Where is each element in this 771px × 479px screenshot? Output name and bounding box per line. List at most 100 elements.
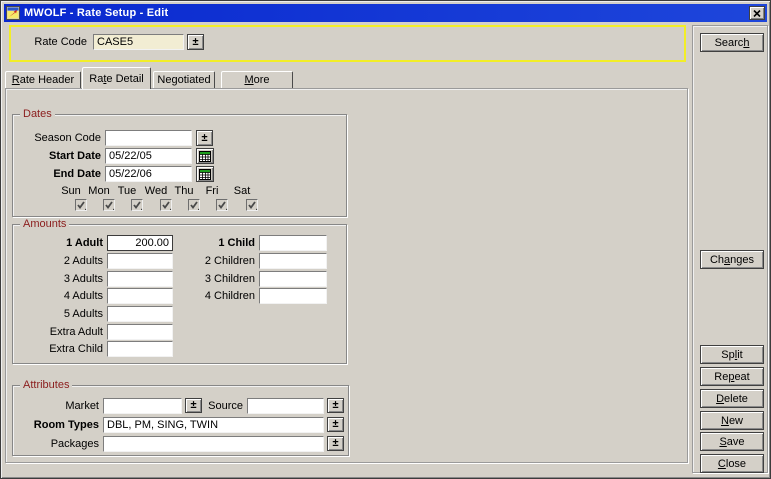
children-2-input[interactable]: [259, 253, 327, 269]
changes-button[interactable]: Changes: [700, 250, 764, 269]
close-window-button[interactable]: [749, 6, 765, 20]
tab-label: More: [244, 74, 269, 86]
day-label: Wed: [142, 185, 170, 198]
button-label: Save: [719, 436, 744, 448]
end-date-calendar-button[interactable]: [196, 166, 214, 182]
action-button-panel: Search Changes Split Repeat Delete New S…: [692, 25, 768, 473]
day-mon: Mon: [85, 185, 113, 211]
season-code-input[interactable]: [105, 130, 192, 146]
day-thu: Thu: [170, 185, 198, 211]
children-4-label: 4 Children: [163, 290, 255, 302]
day-label: Sat: [228, 185, 256, 198]
extra-adult-label: Extra Adult: [13, 326, 103, 338]
rate-code-label: Rate Code: [21, 36, 87, 48]
room-types-input[interactable]: [103, 417, 324, 433]
end-date-input[interactable]: [105, 166, 192, 182]
check-icon: [217, 200, 227, 210]
day-tue: Tue: [113, 185, 141, 211]
source-lov-button[interactable]: ±: [327, 398, 344, 413]
adult-2-label: 2 Adults: [13, 255, 103, 267]
dates-group-label: Dates: [20, 108, 55, 120]
day-label: Thu: [170, 185, 198, 198]
lov-icon: ±: [332, 418, 338, 430]
child-1-label: 1 Child: [163, 237, 255, 249]
check-icon: [132, 200, 142, 210]
packages-lov-button[interactable]: ±: [327, 436, 344, 451]
adult-5-input[interactable]: [107, 306, 173, 322]
close-icon: [753, 10, 761, 17]
dates-group: Dates Season Code ± Start Date End Date: [12, 114, 347, 217]
extra-child-input[interactable]: [107, 341, 173, 357]
day-label: Tue: [113, 185, 141, 198]
day-sun: Sun: [57, 185, 85, 211]
amounts-group: Amounts 1 Adult 2 Adults 3 Adults 4 Adul…: [12, 224, 347, 364]
start-date-input[interactable]: [105, 148, 192, 164]
button-label: Delete: [716, 393, 748, 405]
children-2-label: 2 Children: [163, 255, 255, 267]
attributes-group: Attributes Market ± Source ± Room Types …: [12, 385, 349, 456]
extra-adult-input[interactable]: [107, 324, 173, 340]
lov-icon: ±: [201, 132, 207, 144]
tab-rate-detail[interactable]: Rate Detail: [82, 67, 151, 89]
tab-negotiated[interactable]: Negotiated: [153, 71, 215, 89]
day-fri: Fri: [198, 185, 226, 211]
children-4-input[interactable]: [259, 288, 327, 304]
delete-button[interactable]: Delete: [700, 389, 764, 408]
close-button[interactable]: Close: [700, 454, 764, 473]
packages-label: Packages: [13, 438, 99, 450]
calendar-icon: [199, 169, 211, 180]
room-types-label: Room Types: [13, 419, 99, 431]
adult-1-label: 1 Adult: [13, 237, 103, 249]
lov-icon: ±: [332, 437, 338, 449]
children-3-label: 3 Children: [163, 273, 255, 285]
child-1-input[interactable]: [259, 235, 327, 251]
children-3-input[interactable]: [259, 271, 327, 287]
season-code-lov-button[interactable]: ±: [196, 130, 213, 146]
button-label: Changes: [710, 254, 754, 266]
adult-4-label: 4 Adults: [13, 290, 103, 302]
title-bar[interactable]: MWOLF - Rate Setup - Edit: [4, 4, 767, 22]
day-sat: Sat: [228, 185, 256, 211]
tab-label: Rate Detail: [89, 73, 143, 85]
adult-5-label: 5 Adults: [13, 308, 103, 320]
end-date-label: End Date: [13, 168, 101, 180]
source-input[interactable]: [247, 398, 324, 414]
button-label: Close: [718, 458, 746, 470]
day-fri-checkbox[interactable]: [216, 199, 228, 211]
button-label: Search: [715, 37, 750, 49]
rate-setup-window: MWOLF - Rate Setup - Edit Rate Code ± Ra…: [0, 0, 771, 479]
button-label: New: [721, 415, 743, 427]
day-wed: Wed: [142, 185, 170, 211]
lov-icon: ±: [332, 399, 338, 411]
rate-code-lov-button[interactable]: ±: [187, 34, 204, 50]
day-sat-checkbox[interactable]: [246, 199, 258, 211]
attributes-group-label: Attributes: [20, 379, 72, 391]
app-icon: [6, 6, 20, 20]
window-title: MWOLF - Rate Setup - Edit: [24, 7, 168, 19]
market-input[interactable]: [103, 398, 182, 414]
tab-label: Rate Header: [12, 74, 74, 86]
repeat-button[interactable]: Repeat: [700, 367, 764, 386]
tab-label: Negotiated: [157, 74, 210, 86]
source-label: Source: [173, 400, 243, 412]
start-date-calendar-button[interactable]: [196, 148, 214, 164]
search-button[interactable]: Search: [700, 33, 764, 52]
room-types-lov-button[interactable]: ±: [327, 417, 344, 432]
split-button[interactable]: Split: [700, 345, 764, 364]
new-button[interactable]: New: [700, 411, 764, 430]
button-label: Repeat: [714, 371, 749, 383]
start-date-label: Start Date: [13, 150, 101, 162]
tab-more[interactable]: More: [221, 71, 293, 89]
rate-code-input[interactable]: [93, 34, 184, 50]
button-label: Split: [721, 349, 742, 361]
calendar-icon: [199, 151, 211, 162]
packages-input[interactable]: [103, 436, 324, 452]
save-button[interactable]: Save: [700, 432, 764, 451]
rate-detail-panel: Dates Season Code ± Start Date End Date: [5, 88, 688, 463]
lov-icon: ±: [192, 36, 198, 48]
day-label: Mon: [85, 185, 113, 198]
check-icon: [247, 200, 257, 210]
tab-rate-header[interactable]: Rate Header: [5, 71, 81, 89]
season-code-label: Season Code: [13, 132, 101, 144]
extra-child-label: Extra Child: [13, 343, 103, 355]
